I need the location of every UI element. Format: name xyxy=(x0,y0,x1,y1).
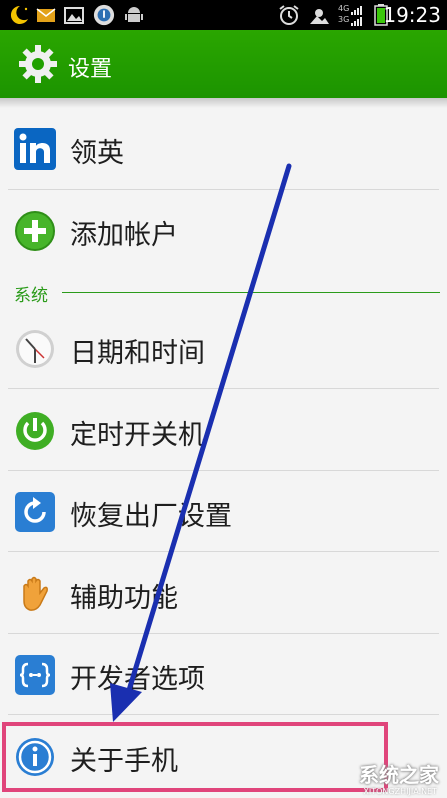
clock-time: 19:23 xyxy=(383,3,441,27)
moon-icon xyxy=(10,5,28,24)
android-icon xyxy=(125,7,143,22)
settings-item-add-account[interactable]: 添加帐户 xyxy=(0,190,447,271)
power-icon xyxy=(16,412,54,450)
section-header-system: 系统 xyxy=(0,276,447,310)
section-divider xyxy=(62,292,440,293)
watermark-text: 系统之家 xyxy=(359,763,439,787)
add-icon xyxy=(15,211,55,251)
settings-item-label: 辅助功能 xyxy=(70,583,178,614)
settings-item-date-time[interactable]: 日期和时间 xyxy=(0,308,447,389)
settings-item-label: 日期和时间 xyxy=(70,338,205,369)
image-icon xyxy=(64,7,84,24)
gear-icon[interactable] xyxy=(16,42,60,86)
settings-item-label: 开发者选项 xyxy=(70,664,205,695)
settings-item-linkedin[interactable]: 领英 xyxy=(0,108,447,189)
section-title: 系统 xyxy=(14,286,48,306)
alarm-icon xyxy=(279,5,299,25)
settings-item-factory-reset[interactable]: 恢复出厂设置 xyxy=(0,471,447,552)
hand-icon xyxy=(23,576,48,611)
action-bar: 设置 xyxy=(0,30,447,98)
highlight-box xyxy=(2,722,388,792)
settings-item-label: 定时开关机 xyxy=(70,420,205,451)
signal-4g-label: 4G xyxy=(338,4,350,13)
divider xyxy=(8,551,439,552)
page-title: 设置 xyxy=(68,57,113,82)
settings-item-accessibility[interactable]: 辅助功能 xyxy=(0,553,447,634)
watermark-sub: XITONGZHIJIA.NET xyxy=(363,787,437,796)
signal-icon xyxy=(351,6,362,26)
signal-3g-label: 3G xyxy=(338,15,350,24)
app-circle-icon xyxy=(93,4,115,26)
settings-item-scheduled-power[interactable]: 定时开关机 xyxy=(0,390,447,471)
linkedin-icon xyxy=(14,128,56,170)
settings-item-label: 恢复出厂设置 xyxy=(70,501,232,532)
settings-item-developer-options[interactable]: 开发者选项 xyxy=(0,634,447,715)
weather-icon xyxy=(310,9,329,24)
restore-icon xyxy=(15,492,55,532)
action-bar-shadow xyxy=(0,98,447,108)
status-bar: 4G 3G 19:23 xyxy=(0,0,447,30)
clock-icon xyxy=(16,330,54,368)
mail-icon xyxy=(36,8,56,22)
divider xyxy=(8,714,439,715)
developer-icon xyxy=(15,655,55,695)
divider xyxy=(8,388,439,389)
settings-item-label: 添加帐户 xyxy=(70,220,178,251)
settings-item-label: 领英 xyxy=(70,138,124,169)
